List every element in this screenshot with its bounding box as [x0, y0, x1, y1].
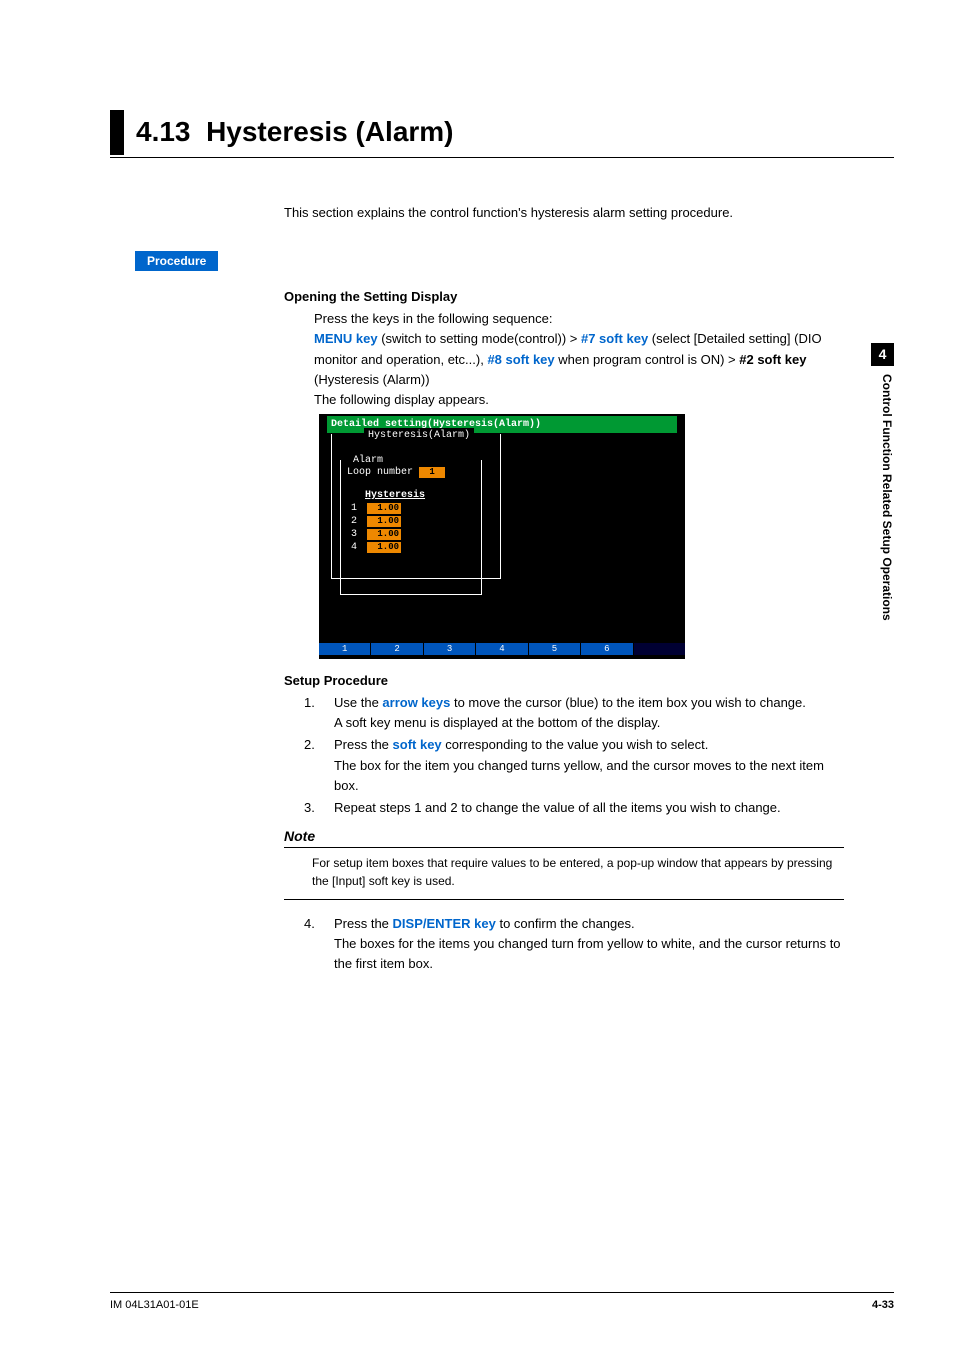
step-text: Press the soft key corresponding to the …	[334, 735, 844, 795]
fig-alarm-legend: Alarm	[349, 454, 387, 467]
disp-enter-key: DISP/ENTER key	[393, 916, 496, 931]
key-sequence: MENU key (switch to setting mode(control…	[314, 329, 844, 389]
menu-key: MENU key	[314, 331, 378, 346]
steps-list-continued: 4. Press the DISP/ENTER key to confirm t…	[304, 914, 844, 974]
section-title-text: Hysteresis (Alarm)	[206, 116, 453, 147]
fig-hyst-row: 31.00	[351, 528, 475, 541]
opening-heading: Opening the Setting Display	[284, 287, 844, 307]
section-header: 4.13 Hysteresis (Alarm)	[110, 110, 894, 158]
page-content: 4.13 Hysteresis (Alarm) This section exp…	[0, 0, 954, 1351]
settings-screenshot: Detailed setting(Hysteresis(Alarm)) Hyst…	[319, 414, 685, 659]
fig-inner: Alarm Loop number 1 Hysteresis 11.0021.0…	[340, 446, 482, 595]
footer-doc-id: IM 04L31A01-01E	[110, 1299, 199, 1311]
fig-softkey: 6	[581, 643, 633, 655]
body-content: This section explains the control functi…	[284, 203, 844, 223]
procedure-label: Procedure	[135, 251, 218, 271]
fig-softkey	[634, 643, 685, 655]
fig-hyst-rows: 11.0021.0031.0041.00	[347, 502, 475, 554]
fig-hyst-header: Hysteresis	[365, 489, 475, 502]
header-accent-bar	[110, 110, 124, 155]
section-title: 4.13 Hysteresis (Alarm)	[136, 110, 454, 155]
opening-intro: Press the keys in the following sequence…	[314, 309, 844, 329]
section-number: 4.13	[136, 116, 191, 147]
note-label-text: Note	[284, 828, 315, 844]
step-4-extra: The boxes for the items you changed turn…	[334, 936, 841, 971]
step-text: Repeat steps 1 and 2 to change the value…	[334, 798, 844, 818]
fig-softkey: 5	[529, 643, 581, 655]
softkey-7: #7 soft key	[581, 331, 648, 346]
step-item: 3.Repeat steps 1 and 2 to change the val…	[304, 798, 844, 818]
steps-list: 1.Use the arrow keys to move the cursor …	[304, 693, 844, 818]
step-item: 1.Use the arrow keys to move the cursor …	[304, 693, 844, 733]
fig-softkey-bar: 123456	[319, 643, 685, 655]
step-4: 4. Press the DISP/ENTER key to confirm t…	[304, 914, 844, 974]
step-4-num: 4.	[304, 914, 334, 974]
note-block: For setup item boxes that require values…	[284, 847, 844, 900]
softkey-8: #8 soft key	[487, 352, 554, 367]
fig-hyst-row: 21.00	[351, 515, 475, 528]
step-item: 2.Press the soft key corresponding to th…	[304, 735, 844, 795]
fig-softkey: 3	[424, 643, 476, 655]
fig-softkey: 2	[371, 643, 423, 655]
note-label: Note	[284, 826, 844, 848]
step-num: 3.	[304, 798, 334, 818]
seq-text-4: (Hysteresis (Alarm))	[314, 372, 430, 387]
step-4-text: Press the DISP/ENTER key to confirm the …	[334, 914, 844, 974]
fig-hyst-row: 41.00	[351, 541, 475, 554]
fig-legend: Hysteresis(Alarm)	[364, 428, 474, 444]
fig-loop-label: Loop number	[347, 466, 413, 479]
step-4-post: to confirm the changes.	[496, 916, 635, 931]
fig-loop-value: 1	[419, 467, 445, 479]
seq-text-3: when program control is ON) >	[555, 352, 740, 367]
intro-text: This section explains the control functi…	[284, 203, 844, 223]
fig-alarm-box: Alarm Loop number 1 Hysteresis 11.0021.0…	[340, 460, 482, 595]
fig-softkey: 4	[476, 643, 528, 655]
fig-hyst-row: 11.00	[351, 502, 475, 515]
procedure-content: Opening the Setting Display Press the ke…	[284, 287, 844, 974]
step-num: 1.	[304, 693, 334, 733]
step-num: 2.	[304, 735, 334, 795]
footer-page-number: 4-33	[872, 1299, 894, 1311]
step-4-pre: Press the	[334, 916, 393, 931]
softkey-2: #2 soft key	[739, 352, 806, 367]
page-footer: IM 04L31A01-01E 4-33	[110, 1292, 894, 1311]
fig-outer-box: Hysteresis(Alarm) Alarm Loop number 1 Hy…	[331, 434, 501, 579]
seq-text-1: (switch to setting mode(control)) >	[378, 331, 581, 346]
fig-softkey: 1	[319, 643, 371, 655]
setup-heading: Setup Procedure	[284, 671, 844, 691]
following-display-text: The following display appears.	[314, 390, 844, 410]
fig-loop-row: Loop number 1	[347, 466, 475, 479]
step-text: Use the arrow keys to move the cursor (b…	[334, 693, 844, 733]
opening-sequence: Press the keys in the following sequence…	[314, 309, 844, 659]
